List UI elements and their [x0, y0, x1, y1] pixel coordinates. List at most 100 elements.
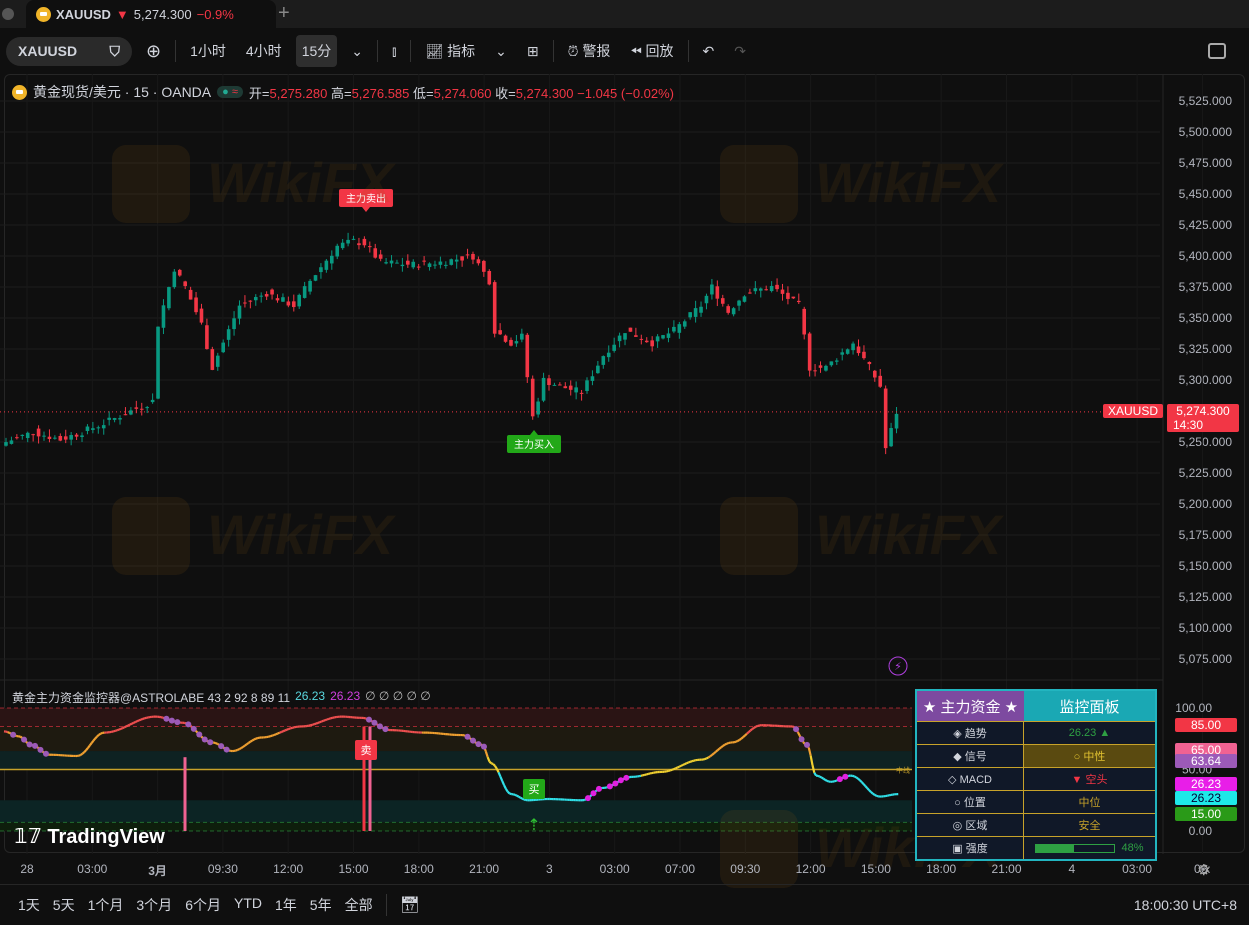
range-button[interactable]: 6个月 [185, 895, 221, 915]
interval-1h[interactable]: 1小时 [184, 35, 232, 67]
candle [454, 259, 459, 262]
top-toolbar: XAUUSD ⛉ ⊕ 1小时 4小时 15分 ⌄ ⫾ 📈︎ 指标 ⌄ ⊞ ⏰︎ 警… [0, 30, 1249, 72]
add-symbol-icon[interactable]: ⊕ [140, 35, 167, 68]
market-status-icon[interactable]: ● ≈ [217, 86, 243, 98]
candle [693, 308, 698, 317]
candle [552, 384, 557, 386]
candle [107, 417, 111, 420]
clock[interactable]: 18:00:30 UTC+8 [1134, 897, 1237, 913]
indicator-line-segment [866, 787, 870, 791]
indicator-line-segment [874, 793, 877, 797]
chart-tab[interactable]: XAUUSD ▼ 5,274.300 −0.9% [26, 0, 276, 28]
falling-dot [793, 726, 800, 733]
undo-icon[interactable]: ↶ [697, 37, 721, 66]
candle [346, 239, 350, 244]
candle [710, 284, 714, 295]
falling-dot [168, 717, 175, 724]
candle [889, 428, 893, 447]
candle [672, 326, 676, 332]
redo-icon[interactable]: ↷ [728, 37, 752, 66]
candle [4, 442, 8, 446]
candle [335, 245, 340, 257]
symbol-search[interactable]: XAUUSD ⛉ [6, 36, 132, 66]
interval-4h[interactable]: 4小时 [240, 35, 288, 67]
candle [221, 342, 225, 353]
new-tab-button[interactable]: + [278, 2, 290, 25]
indicator-line-segment [870, 791, 874, 795]
buy-signal[interactable]: 主力买入 [507, 430, 561, 453]
indicator-line-segment [822, 777, 826, 781]
rewind-icon: ⏪︎ [630, 43, 646, 59]
candle [520, 333, 524, 340]
indicator-line-segment [853, 775, 857, 779]
candle [406, 260, 410, 265]
candle [845, 349, 850, 354]
indicator-line-segment [142, 717, 145, 720]
chevron-down-icon[interactable]: ⌄ [345, 37, 369, 66]
indicator-line-segment [514, 793, 518, 797]
candle [281, 297, 285, 302]
replay-button[interactable]: ⏪︎ 回放 [624, 35, 679, 67]
range-button[interactable]: YTD [234, 895, 262, 915]
indicator-line-segment [213, 741, 216, 745]
indicator-line-segment [321, 719, 324, 723]
time-axis[interactable]: 28 03:00 3月 09:30 12:00 15:00 18:00 21:00 3 03:00… [0, 862, 1249, 880]
candle [199, 308, 204, 323]
candle [525, 334, 530, 378]
indicator-line-segment [689, 760, 693, 763]
interval-15m[interactable]: 15分 [295, 35, 338, 67]
range-button[interactable]: 1年 [275, 895, 297, 915]
candle [80, 435, 84, 437]
candle [791, 296, 796, 299]
indicator-value-1: 26.23 [295, 689, 326, 703]
indicator-line-segment [742, 734, 746, 738]
price-tick: 5,150.000 [1179, 559, 1233, 573]
rising-dot [836, 776, 843, 783]
layouts-icon[interactable]: ⊞ [521, 37, 545, 66]
alert-button[interactable]: ⏰︎ 警报 [562, 35, 617, 67]
range-button[interactable]: 全部 [345, 895, 373, 915]
indicator-legend[interactable]: 黄金主力资金监控器@ASTROLABE 43 2 92 8 89 11 26.2… [12, 689, 431, 706]
falling-dot [21, 736, 28, 743]
panel-label: ◈ 趋势 [917, 722, 1024, 744]
indicator-line-segment [857, 777, 861, 782]
monitor-panel: ★ 主力资金 ★ 监控面板 ◈ 趋势 26.23 ▲ ◆ 信号 ○ 中性 ◇ MACD ▼… [915, 689, 1157, 861]
chevron-down-icon[interactable]: ⌄ [489, 37, 513, 66]
candle [807, 333, 812, 371]
settings-gear-icon[interactable]: ⚙ [1197, 861, 1210, 879]
range-button[interactable]: 5年 [310, 895, 332, 915]
indicator-line-segment [290, 726, 293, 730]
candle [270, 289, 274, 295]
indicator-buy-tag[interactable]: 买 [523, 779, 545, 799]
lightning-icon[interactable]: ⚡ [888, 656, 908, 676]
tradingview-logo[interactable]: 𝟙𝟟 TradingView [14, 824, 165, 849]
range-button[interactable]: 3个月 [136, 895, 172, 915]
candle [63, 436, 68, 440]
sell-signal[interactable]: 主力卖出 [339, 189, 393, 212]
indicator-line-segment [125, 724, 129, 728]
indicator-line-segment [133, 720, 136, 724]
indicator-line-segment [488, 760, 493, 765]
candles-icon[interactable]: ⫾ [386, 37, 402, 66]
indicator-line-segment [116, 728, 120, 732]
falling-dot [371, 719, 378, 726]
tab-price: 5,274.300 [133, 6, 192, 22]
indicator-line-segment [713, 751, 717, 755]
candle [42, 435, 46, 437]
candle [69, 435, 73, 440]
candle [340, 242, 345, 249]
candle [530, 378, 535, 417]
fullscreen-icon[interactable] [1208, 43, 1226, 59]
falling-dot [366, 716, 372, 723]
range-button[interactable]: 5天 [53, 895, 75, 915]
indicator-line-segment [237, 748, 240, 751]
candle [210, 349, 215, 370]
indicator-line-segment [90, 740, 95, 744]
indicator-sell-tag[interactable]: 卖 [355, 740, 377, 760]
range-button[interactable]: 1天 [18, 895, 40, 915]
indicators-button[interactable]: 📈︎ 指标 [419, 35, 481, 67]
time-tick: 28 [20, 862, 34, 876]
goto-date-icon[interactable]: 📅︎ [400, 895, 420, 915]
range-button[interactable]: 1个月 [88, 895, 124, 915]
candle [145, 407, 149, 409]
